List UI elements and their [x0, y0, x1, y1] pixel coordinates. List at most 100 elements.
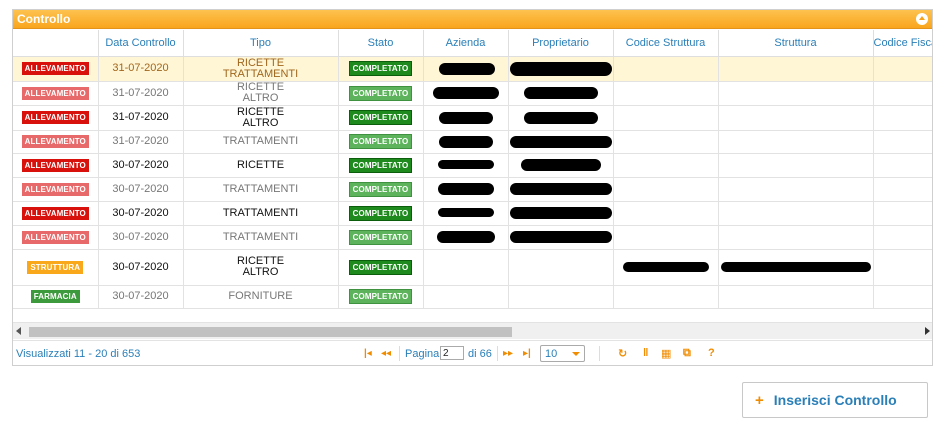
- insert-button-label: Inserisci Controllo: [773, 392, 897, 408]
- column-header-proprietario[interactable]: Proprietario: [508, 30, 614, 57]
- column-header-type[interactable]: [13, 30, 99, 57]
- proprietario-cell: [508, 249, 614, 286]
- first-page-icon[interactable]: |◂: [364, 348, 372, 359]
- table-row[interactable]: ALLEVAMENTO 31-07-2020 TRATTAMENTI COMPL…: [13, 130, 932, 154]
- redaction: [523, 87, 598, 99]
- column-header-stato[interactable]: Stato: [338, 30, 424, 57]
- struttura-cell: [718, 285, 874, 309]
- scrollbar-thumb[interactable]: [29, 327, 512, 337]
- scroll-left-arrow-icon[interactable]: [16, 327, 21, 335]
- azienda-cell: [423, 201, 509, 226]
- refresh-icon[interactable]: ↻: [618, 347, 627, 360]
- tipo-cell: TRATTAMENTI: [183, 201, 339, 226]
- codice-fiscale-cell: [873, 81, 932, 106]
- collapse-icon[interactable]: [916, 13, 928, 25]
- azienda-cell: [423, 285, 509, 309]
- struttura-cell: [718, 81, 874, 106]
- table-row[interactable]: ALLEVAMENTO 30-07-2020 TRATTAMENTI COMPL…: [13, 201, 932, 226]
- type-badge: ALLEVAMENTO: [21, 206, 89, 220]
- redaction: [438, 62, 495, 75]
- tipo-cell: TRATTAMENTI: [183, 225, 339, 250]
- table-row[interactable]: ALLEVAMENTO 31-07-2020 RICETTE ALTRO COMP…: [13, 81, 932, 106]
- panel-header: Controllo: [13, 10, 932, 29]
- proprietario-cell: [508, 56, 614, 82]
- columns-icon[interactable]: ‖: [643, 347, 648, 359]
- page-number-input[interactable]: [440, 346, 464, 360]
- codice-fiscale-cell: [873, 56, 932, 82]
- struttura-cell: [718, 249, 874, 286]
- last-page-icon[interactable]: ▸|: [523, 348, 531, 359]
- redaction: [509, 207, 612, 219]
- date-cell: 30-07-2020: [98, 201, 184, 226]
- controllo-panel: Controllo Data Controllo Tipo Stato Azie…: [12, 9, 933, 366]
- redaction: [523, 111, 598, 124]
- data-grid: Data Controllo Tipo Stato Azienda Propri…: [13, 30, 932, 322]
- copy-icon[interactable]: ⧉: [683, 347, 691, 360]
- column-header-struttura[interactable]: Struttura: [718, 30, 874, 57]
- type-badge: ALLEVAMENTO: [21, 86, 89, 100]
- separator: [399, 346, 400, 361]
- page-size-select[interactable]: 10: [540, 345, 585, 362]
- status-badge: COMPLETATO: [348, 259, 413, 275]
- proprietario-cell: [508, 153, 614, 178]
- redaction: [622, 261, 709, 272]
- redaction: [437, 208, 494, 218]
- column-header-azienda[interactable]: Azienda: [423, 30, 509, 57]
- table-row[interactable]: ALLEVAMENTO 31-07-2020 RICETTE ALTRO COMP…: [13, 105, 932, 131]
- table-row[interactable]: ALLEVAMENTO 30-07-2020 TRATTAMENTI COMPL…: [13, 177, 932, 202]
- redaction: [438, 135, 493, 148]
- type-badge: ALLEVAMENTO: [21, 230, 89, 244]
- horizontal-scrollbar[interactable]: [13, 322, 932, 339]
- tipo-cell: TRATTAMENTI: [183, 177, 339, 202]
- scroll-right-arrow-icon[interactable]: [925, 327, 930, 335]
- grid-icon[interactable]: ▦: [661, 347, 671, 360]
- status-badge: COMPLETATO: [348, 157, 413, 173]
- codice-struttura-cell: [613, 201, 719, 226]
- table-row[interactable]: ALLEVAMENTO 31-07-2020 RICETTE TRATTAMENT…: [13, 56, 932, 82]
- redaction: [509, 61, 612, 76]
- proprietario-cell: [508, 225, 614, 250]
- table-row[interactable]: ALLEVAMENTO 30-07-2020 RICETTE COMPLETAT…: [13, 153, 932, 178]
- codice-fiscale-cell: [873, 105, 932, 131]
- date-cell: 30-07-2020: [98, 225, 184, 250]
- type-badge: ALLEVAMENTO: [21, 135, 89, 148]
- azienda-cell: [423, 249, 509, 286]
- proprietario-cell: [508, 177, 614, 202]
- panel-title: Controllo: [17, 12, 71, 26]
- proprietario-cell: [508, 130, 614, 154]
- azienda-cell: [423, 153, 509, 178]
- prev-page-icon[interactable]: ◂◂: [381, 348, 391, 359]
- column-header-codice-fiscale[interactable]: Codice Fiscale: [873, 30, 932, 57]
- proprietario-cell: [508, 201, 614, 226]
- next-page-icon[interactable]: ▸▸: [503, 348, 513, 359]
- azienda-cell: [423, 81, 509, 106]
- separator: [497, 346, 498, 361]
- table-row[interactable]: ALLEVAMENTO 30-07-2020 TRATTAMENTI COMPL…: [13, 225, 932, 250]
- help-icon[interactable]: ?: [708, 347, 715, 359]
- codice-struttura-cell: [613, 56, 719, 82]
- table-row[interactable]: STRUTTURA 30-07-2020 RICETTE ALTRO COMPLE…: [13, 249, 932, 286]
- codice-fiscale-cell: [873, 130, 932, 154]
- grid-header-row: Data Controllo Tipo Stato Azienda Propri…: [13, 30, 932, 57]
- column-header-data-controllo[interactable]: Data Controllo: [98, 30, 184, 57]
- codice-struttura-cell: [613, 225, 719, 250]
- struttura-cell: [718, 177, 874, 202]
- proprietario-cell: [508, 81, 614, 106]
- status-badge: COMPLETATO: [348, 229, 413, 245]
- date-cell: 31-07-2020: [98, 105, 184, 131]
- codice-fiscale-cell: [873, 249, 932, 286]
- insert-controllo-button[interactable]: + Inserisci Controllo: [742, 382, 928, 418]
- proprietario-cell: [508, 285, 614, 309]
- column-header-codice-struttura[interactable]: Codice Struttura: [613, 30, 719, 57]
- pager: Visualizzati 11 - 20 di 653 |◂ ◂◂ Pagina…: [13, 340, 932, 365]
- table-row[interactable]: FARMACIA 30-07-2020 FORNITURE COMPLETATO: [13, 285, 932, 309]
- struttura-cell: [718, 153, 874, 178]
- proprietario-cell: [508, 105, 614, 131]
- azienda-cell: [423, 105, 509, 131]
- azienda-cell: [423, 225, 509, 250]
- pager-info: Visualizzati 11 - 20 di 653: [16, 348, 141, 360]
- azienda-cell: [423, 177, 509, 202]
- codice-fiscale-cell: [873, 177, 932, 202]
- column-header-tipo[interactable]: Tipo: [183, 30, 339, 57]
- type-badge: ALLEVAMENTO: [21, 182, 89, 196]
